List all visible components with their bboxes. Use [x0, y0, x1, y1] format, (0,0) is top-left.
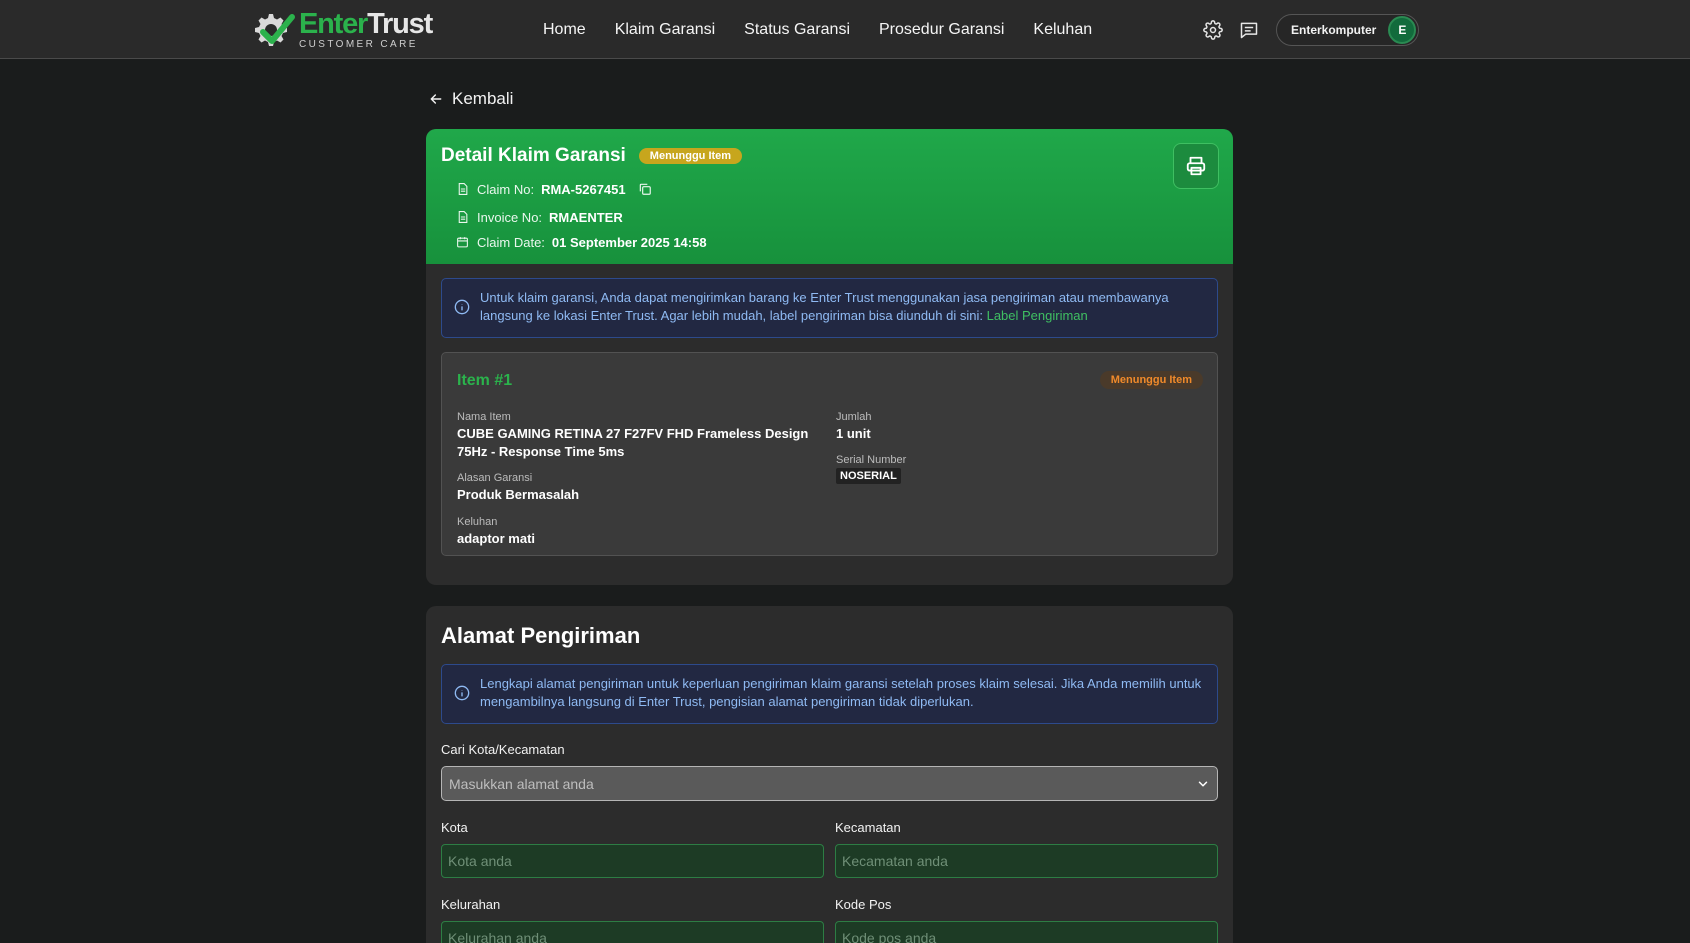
brand-name-part1: Enter	[299, 8, 368, 40]
claim-date-row: Claim Date: 01 September 2025 14:58	[456, 233, 1218, 251]
printer-icon	[1186, 156, 1206, 176]
city-field[interactable]: Kota anda	[441, 844, 824, 878]
claim-detail-card: Detail Klaim Garansi Menunggu Item Claim…	[426, 129, 1233, 585]
nav-actions: Enterkomputer E	[1200, 13, 1420, 46]
settings-gear-icon[interactable]	[1200, 17, 1226, 43]
brand-name: EnterTrust	[299, 8, 433, 40]
shipping-address-card: Alamat Pengiriman Lengkapi alamat pengir…	[426, 606, 1233, 943]
item-name-line1: CUBE GAMING RETINA 27 F27FV FHD Frameles…	[457, 426, 809, 441]
claim-no-label: Claim No:	[477, 181, 535, 197]
claim-date-value: 01 September 2025 14:58	[551, 234, 707, 250]
user-menu[interactable]: Enterkomputer E	[1276, 13, 1420, 46]
city-label: Kota	[441, 820, 468, 835]
item-name-line2: 75Hz - Response Time 5ms	[457, 444, 625, 459]
complaint-label: Keluhan	[457, 516, 498, 528]
brand-tagline: CUSTOMER CARE	[299, 39, 418, 50]
quantity-label: Jumlah	[836, 411, 872, 423]
warranty-reason-label: Alasan Garansi	[457, 472, 533, 484]
document-icon	[458, 211, 468, 223]
status-badge: Menunggu Item	[638, 148, 743, 164]
claim-no-row: Claim No: RMA-5267451	[456, 180, 1218, 198]
document-icon	[458, 183, 468, 195]
chevron-down-icon	[1198, 780, 1208, 787]
info-circle-icon	[454, 299, 470, 315]
user-name: Enterkomputer	[1291, 22, 1377, 37]
print-button[interactable]	[1173, 143, 1219, 189]
top-navbar: EnterTrust CUSTOMER CARE Home Klaim Gara…	[0, 0, 1690, 59]
page-title: Detail Klaim Garansi	[441, 145, 626, 166]
nav-status-garansi[interactable]: Status Garansi	[744, 21, 850, 39]
nav-home[interactable]: Home	[543, 21, 586, 39]
item-title: Item #1	[457, 372, 513, 389]
chat-message-icon[interactable]	[1236, 17, 1262, 43]
item-card: Item #1 Menunggu Item Nama Item CUBE GAM…	[441, 352, 1218, 556]
subdistrict-label: Kelurahan	[441, 897, 501, 912]
claim-info-text: Untuk klaim garansi, Anda dapat mengirim…	[480, 289, 1205, 325]
address-info-alert: Lengkapi alamat pengiriman untuk keperlu…	[441, 664, 1218, 724]
item-name-label: Nama Item	[457, 411, 511, 423]
nav-prosedur-garansi[interactable]: Prosedur Garansi	[879, 21, 1004, 39]
claim-info-alert: Untuk klaim garansi, Anda dapat mengirim…	[441, 278, 1218, 338]
subdistrict-field[interactable]: Kelurahan anda	[441, 921, 824, 943]
address-info-text: Lengkapi alamat pengiriman untuk keperlu…	[480, 676, 1202, 709]
back-label: Kembali	[452, 89, 514, 108]
claim-date-label: Claim Date:	[477, 234, 545, 250]
district-label: Kecamatan	[835, 820, 901, 835]
invoice-no-row: Invoice No: RMAENTER	[456, 208, 1218, 226]
serial-number-value: NOSERIAL	[836, 468, 901, 484]
warranty-reason-value: Produk Bermasalah	[457, 487, 580, 502]
brand-name-part2: Trust	[367, 8, 433, 40]
invoice-no-label: Invoice No:	[477, 209, 543, 225]
invoice-no-value: RMAENTER	[549, 209, 623, 225]
search-city-label: Cari Kota/Kecamatan	[441, 742, 565, 757]
postal-code-field[interactable]: Kode pos anda	[835, 921, 1218, 943]
item-status-badge: Menunggu Item	[1099, 371, 1203, 389]
info-circle-icon	[454, 685, 470, 701]
claim-no-value: RMA-5267451	[541, 181, 626, 197]
arrow-left-icon	[430, 94, 442, 104]
main-nav: Home Klaim Garansi Status Garansi Prosed…	[543, 0, 1121, 59]
copy-icon[interactable]	[638, 182, 652, 196]
claim-header: Detail Klaim Garansi Menunggu Item Claim…	[426, 129, 1233, 264]
logo-gear-check-icon	[249, 10, 297, 50]
nav-keluhan[interactable]: Keluhan	[1033, 21, 1092, 39]
avatar: E	[1388, 15, 1417, 44]
serial-number-label: Serial Number	[836, 454, 907, 466]
district-field[interactable]: Kecamatan anda	[835, 844, 1218, 878]
city-search-placeholder: Masukkan alamat anda	[449, 775, 594, 792]
city-search-select[interactable]: Masukkan alamat anda	[441, 766, 1218, 801]
shipping-label-link[interactable]: Label Pengiriman	[987, 308, 1088, 323]
brand-logo[interactable]: EnterTrust CUSTOMER CARE	[249, 8, 433, 50]
back-button[interactable]: Kembali	[428, 89, 513, 109]
quantity-value: 1 unit	[836, 426, 871, 441]
complaint-value: adaptor mati	[457, 531, 536, 546]
section-title: Alamat Pengiriman	[441, 623, 641, 648]
postal-code-label: Kode Pos	[835, 897, 892, 912]
calendar-icon	[457, 237, 468, 248]
nav-klaim-garansi[interactable]: Klaim Garansi	[615, 21, 715, 39]
